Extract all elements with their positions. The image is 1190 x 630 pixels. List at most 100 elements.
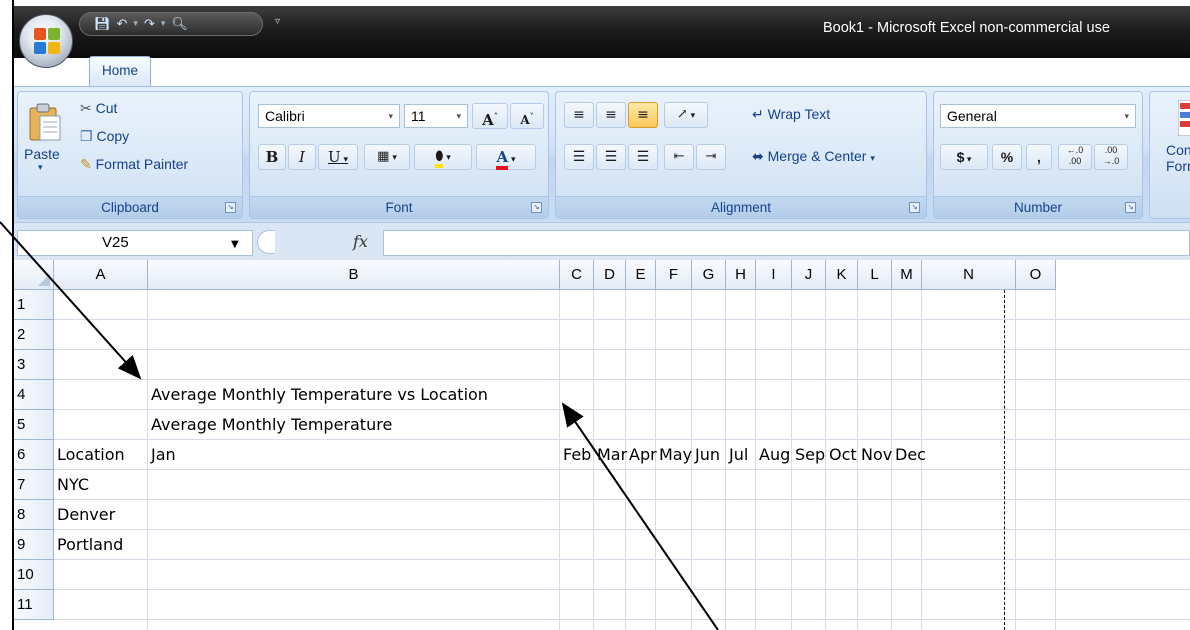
cell-a8[interactable]: Denver bbox=[57, 500, 115, 530]
row-header-8[interactable]: 8 bbox=[13, 500, 54, 530]
column-header-h[interactable]: H bbox=[726, 260, 756, 290]
cut-button[interactable]: ✂ Cut bbox=[80, 100, 117, 117]
increase-decimal-button[interactable]: ←.0.00 bbox=[1058, 144, 1092, 170]
undo-icon[interactable]: ↶ bbox=[117, 17, 128, 32]
font-launcher-icon[interactable]: ↘ bbox=[531, 202, 542, 213]
column-header-i[interactable]: I bbox=[756, 260, 792, 290]
customize-qat-icon[interactable]: ▿ bbox=[275, 16, 280, 27]
column-header-o[interactable]: O bbox=[1016, 260, 1056, 290]
tab-page-layout[interactable]: Page Layout bbox=[277, 60, 353, 75]
align-bottom-button[interactable]: ≡ bbox=[628, 102, 658, 128]
align-middle-button[interactable]: ≡ bbox=[596, 102, 626, 128]
column-header-m[interactable]: M bbox=[892, 260, 922, 290]
font-color-button[interactable]: A ▾ bbox=[476, 144, 536, 170]
column-header-f[interactable]: F bbox=[656, 260, 692, 290]
column-header-k[interactable]: K bbox=[826, 260, 858, 290]
expand-handle-icon[interactable] bbox=[257, 230, 275, 254]
column-header-e[interactable]: E bbox=[626, 260, 656, 290]
copy-button[interactable]: ❐ Copy bbox=[80, 128, 129, 145]
comma-button[interactable]: , bbox=[1026, 144, 1052, 170]
cell-h6[interactable]: Jul bbox=[729, 440, 748, 470]
row-header-1[interactable]: 1 bbox=[13, 290, 54, 320]
borders-button[interactable]: ▦ ▾ bbox=[364, 144, 410, 170]
cell-l6[interactable]: Nov bbox=[861, 440, 892, 470]
column-header-d[interactable]: D bbox=[594, 260, 626, 290]
column-header-b[interactable]: B bbox=[148, 260, 560, 290]
align-top-button[interactable]: ≡ bbox=[564, 102, 594, 128]
select-all-button[interactable] bbox=[13, 260, 54, 290]
grow-font-button[interactable]: A˄ bbox=[472, 103, 508, 129]
clipboard-launcher-icon[interactable]: ↘ bbox=[225, 202, 236, 213]
redo-icon[interactable]: ↷ bbox=[144, 17, 155, 32]
cell-b4[interactable]: Average Monthly Temperature vs Location bbox=[151, 380, 488, 410]
name-box[interactable]: V25 bbox=[17, 230, 253, 256]
tab-review[interactable]: Review bbox=[610, 60, 654, 75]
insert-function-icon[interactable]: fx bbox=[353, 232, 368, 251]
italic-button[interactable]: I bbox=[288, 144, 316, 170]
cell-b5[interactable]: Average Monthly Temperature bbox=[151, 410, 392, 440]
tab-formulas[interactable]: Formulas bbox=[414, 60, 470, 75]
cell-i6[interactable]: Aug bbox=[759, 440, 790, 470]
cell-e6[interactable]: Apr bbox=[629, 440, 657, 470]
tab-insert[interactable]: Insert bbox=[190, 60, 224, 75]
align-center-button[interactable]: ☰ bbox=[596, 144, 626, 170]
cell-m6[interactable]: Dec bbox=[895, 440, 926, 470]
tab-view[interactable]: View bbox=[704, 60, 733, 75]
row-header-7[interactable]: 7 bbox=[13, 470, 54, 500]
cell-b6[interactable]: Jan bbox=[151, 440, 176, 470]
increase-indent-button[interactable]: ⇥ bbox=[696, 144, 726, 170]
undo-dropdown-icon[interactable]: ▾ bbox=[133, 19, 138, 29]
font-family-select[interactable]: Calibri ▾ bbox=[258, 104, 400, 128]
tab-home[interactable]: Home bbox=[89, 56, 152, 86]
alignment-launcher-icon[interactable]: ↘ bbox=[909, 202, 920, 213]
orientation-button[interactable]: ↗ ▾ bbox=[664, 102, 708, 128]
number-launcher-icon[interactable]: ↘ bbox=[1125, 202, 1136, 213]
column-header-n[interactable]: N bbox=[922, 260, 1016, 290]
cell-g6[interactable]: Jun bbox=[695, 440, 720, 470]
row-header-5[interactable]: 5 bbox=[13, 410, 54, 440]
row-header-4[interactable]: 4 bbox=[13, 380, 54, 410]
spreadsheet-grid[interactable]: ABCDEFGHIJKLMNO 1 2 3 4 5 6 7 8 9 10 11 Average Mo… bbox=[13, 260, 1190, 630]
decrease-indent-button[interactable]: ⇤ bbox=[664, 144, 694, 170]
wrap-text-button[interactable]: ↵ Wrap Text bbox=[752, 106, 830, 123]
row-header-9[interactable]: 9 bbox=[13, 530, 54, 560]
bold-button[interactable]: B bbox=[258, 144, 286, 170]
cell-j6[interactable]: Sep bbox=[795, 440, 825, 470]
redo-dropdown-icon[interactable]: ▾ bbox=[161, 19, 166, 29]
row-header-3[interactable]: 3 bbox=[13, 350, 54, 380]
align-right-button[interactable]: ☰ bbox=[628, 144, 658, 170]
cell-a7[interactable]: NYC bbox=[57, 470, 89, 500]
currency-button[interactable]: $ ▾ bbox=[940, 144, 988, 170]
paste-button[interactable]: Paste ▾ bbox=[22, 98, 66, 178]
save-icon[interactable]: 💾︎ bbox=[94, 17, 111, 32]
column-header-a[interactable]: A bbox=[54, 260, 148, 290]
cell-a6[interactable]: Location bbox=[57, 440, 125, 470]
column-header-c[interactable]: C bbox=[560, 260, 594, 290]
font-size-select[interactable]: 11 ▾ bbox=[404, 104, 468, 128]
row-header-10[interactable]: 10 bbox=[13, 560, 54, 590]
row-header-11[interactable]: 11 bbox=[13, 590, 54, 620]
percent-button[interactable]: % bbox=[992, 144, 1022, 170]
fill-color-button[interactable]: ⬮ ▾ bbox=[414, 144, 472, 170]
cell-c6[interactable]: Feb bbox=[563, 440, 591, 470]
tab-data[interactable]: Data bbox=[530, 60, 559, 75]
chevron-down-icon[interactable]: ▼ bbox=[231, 239, 239, 250]
cell-f6[interactable]: May bbox=[659, 440, 692, 470]
decrease-decimal-button[interactable]: .00 →.0 bbox=[1094, 144, 1128, 170]
row-header-2[interactable]: 2 bbox=[13, 320, 54, 350]
format-painter-button[interactable]: ✎ Format Painter bbox=[80, 156, 188, 173]
row-header-6[interactable]: 6 bbox=[13, 440, 54, 470]
cell-a9[interactable]: Portland bbox=[57, 530, 123, 560]
column-header-j[interactable]: J bbox=[792, 260, 826, 290]
conditional-formatting-button[interactable]: Cond Forma bbox=[1164, 98, 1190, 188]
print-preview-icon[interactable]: 🔍︎ bbox=[171, 17, 188, 32]
align-left-button[interactable]: ☰ bbox=[564, 144, 594, 170]
merge-center-button[interactable]: ⬌ Merge & Center ▾ bbox=[752, 148, 875, 165]
cell-k6[interactable]: Oct bbox=[829, 440, 857, 470]
office-button[interactable] bbox=[19, 14, 73, 68]
cell-d6[interactable]: Mar bbox=[597, 440, 627, 470]
column-header-l[interactable]: L bbox=[858, 260, 892, 290]
number-format-select[interactable]: General ▾ bbox=[940, 104, 1136, 128]
shrink-font-button[interactable]: A˅ bbox=[510, 103, 544, 129]
underline-button[interactable]: U ▾ bbox=[318, 144, 358, 170]
